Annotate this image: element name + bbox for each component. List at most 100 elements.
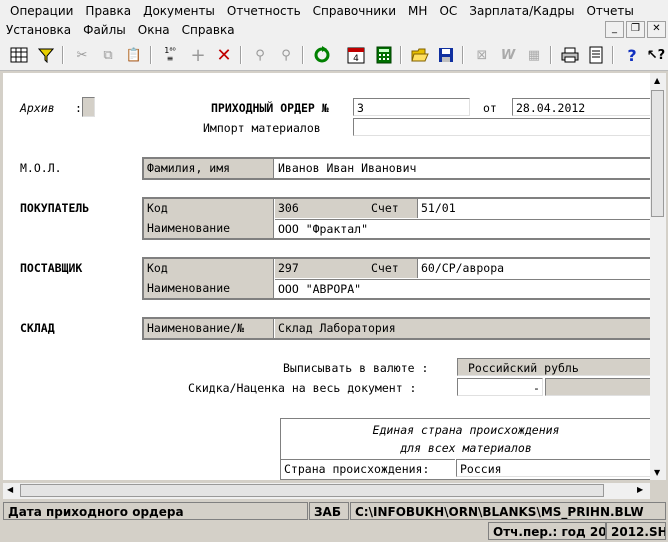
supplier-name-field[interactable]: ООО "АВРОРА" <box>275 279 650 298</box>
toolbar: ✂ ⧉ 📋 1⁸⁰ ≡ + ✕ ⚲ ⚲ 4 ⊠ W ▦ ? ↖? <box>0 40 668 71</box>
restore-button[interactable]: ❐ <box>626 21 645 38</box>
menu-windows[interactable]: Окна <box>132 23 176 37</box>
discount-percent-field[interactable] <box>545 378 650 396</box>
add-icon[interactable]: + <box>188 45 208 66</box>
menu-references[interactable]: Справочники <box>307 4 402 18</box>
horizontal-scroll-thumb[interactable] <box>20 484 604 497</box>
import-field[interactable] <box>353 118 650 136</box>
status-mode: ЗАБ <box>309 502 349 520</box>
word-icon[interactable]: W <box>498 45 518 65</box>
vertical-scrollbar[interactable]: ▲ ▼ <box>650 73 666 480</box>
menu-reporting[interactable]: Отчетность <box>221 4 307 18</box>
delete-icon[interactable]: ✕ <box>214 45 234 66</box>
buyer-code-label: Код <box>147 201 168 215</box>
menu-settings[interactable]: Установка <box>0 23 77 37</box>
copy-icon[interactable]: ⧉ <box>98 45 118 65</box>
origin-title-line1: Единая страна происхождения <box>372 423 560 437</box>
mol-label: М.О.Л. <box>20 161 62 175</box>
origin-label: Страна происхождения: <box>281 459 455 478</box>
scroll-up-icon[interactable]: ▲ <box>654 76 660 85</box>
preview-icon[interactable] <box>586 45 606 65</box>
calendar-icon[interactable]: 4 <box>346 45 366 65</box>
menu-mn[interactable]: МН <box>402 4 433 18</box>
toolbar-separator <box>150 46 152 64</box>
warehouse-label: СКЛАД <box>20 321 55 335</box>
status-hint: Дата приходного ордера <box>3 502 308 520</box>
context-help-icon[interactable]: ↖? <box>646 45 666 65</box>
toolbar-separator <box>400 46 402 64</box>
menu-reports[interactable]: Отчеты <box>580 4 639 18</box>
discount-dash: - <box>533 381 540 395</box>
status-file: 2012.SHP <box>606 522 666 540</box>
menu-edit[interactable]: Правка <box>79 4 137 18</box>
filter-icon[interactable] <box>36 45 56 65</box>
supplier-code-field[interactable]: 297 <box>275 259 357 278</box>
supplier-name-label: Наименование <box>147 281 231 295</box>
order-date-field[interactable]: 28.04.2012 <box>512 98 650 116</box>
export-icon[interactable]: ⊠ <box>472 45 492 65</box>
menu-files[interactable]: Файлы <box>77 23 132 37</box>
save-icon[interactable] <box>436 45 456 65</box>
buyer-name-label: Наименование <box>147 221 231 235</box>
print-icon[interactable] <box>560 45 580 65</box>
order-number-field[interactable]: 3 <box>353 98 470 116</box>
menu-os[interactable]: ОС <box>433 4 463 18</box>
mol-name-field[interactable]: Иванов Иван Иванович <box>275 159 650 178</box>
receipt-order-form: Архив : ПРИХОДНЫЙ ОРДЕР № 3 от 28.04.201… <box>3 73 650 480</box>
origin-country-field[interactable]: Россия <box>456 459 650 477</box>
supplier-label: ПОСТАВЩИК <box>20 261 83 275</box>
archive-label: Архив <box>20 101 55 115</box>
menu-operations[interactable]: Операции <box>4 4 79 18</box>
renumber-icon[interactable]: 1⁸⁰ ≡ <box>160 45 180 65</box>
scroll-left-icon[interactable]: ◀ <box>7 485 13 494</box>
toolbar-separator <box>462 46 464 64</box>
origin-title-line2: для всех материалов <box>400 441 532 455</box>
supplier-code-label: Код <box>147 261 168 275</box>
excel-icon[interactable]: ▦ <box>524 45 544 65</box>
buyer-label: ПОКУПАТЕЛЬ <box>20 201 90 215</box>
discount-field[interactable] <box>457 378 543 396</box>
status-path: C:\INFOBUKH\ORN\BLANKS\MS_PRIHN.BLW <box>350 502 666 520</box>
buyer-name-field[interactable]: ООО "Фрактал" <box>275 219 650 238</box>
refresh-icon[interactable] <box>312 45 332 65</box>
buyer-code-field[interactable]: 306 <box>275 199 357 218</box>
menu-salary[interactable]: Зарплата/Кадры <box>463 4 580 18</box>
supplier-account-field[interactable]: 60/СР/аврора <box>417 259 650 278</box>
open-folder-icon[interactable] <box>410 45 430 65</box>
wand2-icon[interactable]: ⚲ <box>276 45 296 65</box>
calculator-icon[interactable] <box>374 45 394 65</box>
buyer-account-label: Счет <box>357 199 417 218</box>
help-icon[interactable]: ? <box>622 45 642 65</box>
menu-documents[interactable]: Документы <box>137 4 221 18</box>
menu-help[interactable]: Справка <box>176 23 241 37</box>
toolbar-separator <box>550 46 552 64</box>
archive-checkbox[interactable] <box>82 97 95 117</box>
paste-icon[interactable]: 📋 <box>124 45 144 65</box>
scroll-right-icon[interactable]: ▶ <box>637 485 643 494</box>
order-number-label: ПРИХОДНЫЙ ОРДЕР № <box>211 101 329 115</box>
discount-label: Скидка/Наценка на весь документ : <box>188 381 417 395</box>
archive-colon: : <box>75 101 82 115</box>
window-controls: _ ❐ ✕ <box>605 21 666 38</box>
buyer-account-field[interactable]: 51/01 <box>417 199 650 218</box>
supplier-box: Код Наименование 297 Счет 60/СР/аврора О… <box>142 257 650 300</box>
close-button[interactable]: ✕ <box>647 21 666 38</box>
wand-icon[interactable]: ⚲ <box>250 45 270 65</box>
buyer-box: Код Наименование 306 Счет 51/01 ООО "Фра… <box>142 197 650 240</box>
warehouse-field[interactable]: Склад Лаборатория <box>275 319 650 338</box>
warehouse-box: Наименование/№ Склад Лаборатория <box>142 317 650 340</box>
toolbar-separator <box>240 46 242 64</box>
grid-icon[interactable] <box>9 45 29 65</box>
supplier-account-label: Счет <box>357 259 417 278</box>
warehouse-field-label: Наименование/№ <box>144 319 274 338</box>
vertical-scroll-thumb[interactable] <box>651 90 664 217</box>
scroll-down-icon[interactable]: ▼ <box>654 468 660 477</box>
toolbar-separator <box>302 46 304 64</box>
cut-icon[interactable]: ✂ <box>72 45 92 65</box>
mol-field-label: Фамилия, имя <box>144 159 274 178</box>
horizontal-scrollbar[interactable]: ◀ ▶ <box>3 483 650 499</box>
currency-field[interactable]: Российский рубль <box>457 358 650 376</box>
origin-box: Единая страна происхождения для всех мат… <box>280 418 650 480</box>
calendar-number: 4 <box>353 54 359 64</box>
minimize-button[interactable]: _ <box>605 21 624 38</box>
